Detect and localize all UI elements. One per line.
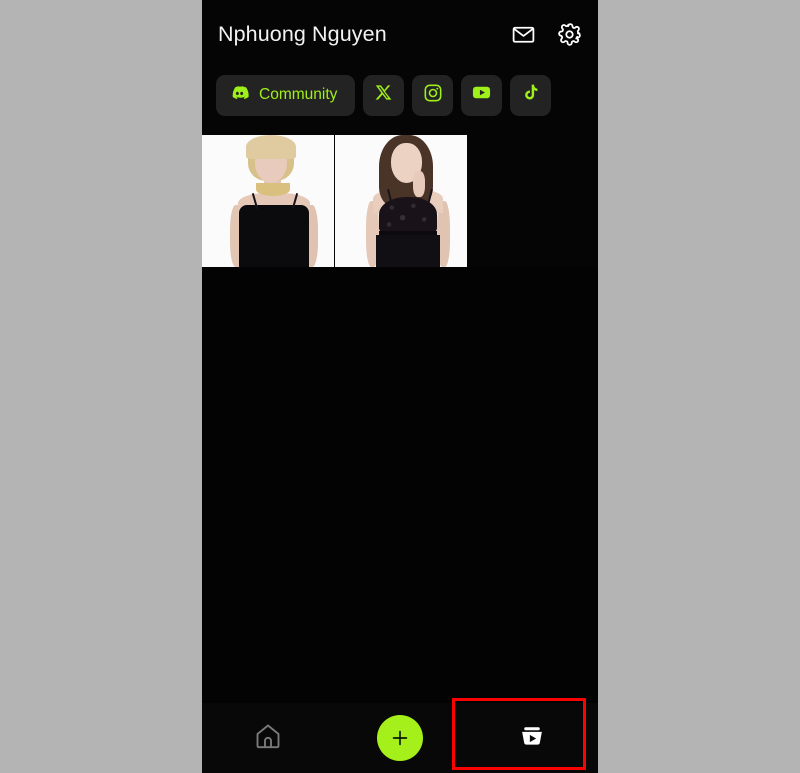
thumb1-hair-top bbox=[246, 135, 296, 159]
home-icon bbox=[253, 721, 283, 756]
social-chip-label: Community bbox=[259, 86, 338, 103]
mail-icon[interactable] bbox=[510, 21, 536, 47]
thumb2-skirt bbox=[376, 235, 440, 267]
x-twitter-icon bbox=[374, 83, 393, 107]
social-chip-tiktok[interactable] bbox=[510, 74, 552, 116]
thumb1-dress bbox=[239, 205, 309, 267]
nav-item-home[interactable] bbox=[202, 703, 334, 773]
nav-item-video-library[interactable] bbox=[466, 703, 598, 773]
header-actions bbox=[510, 21, 582, 47]
thumbnail-1[interactable] bbox=[202, 135, 334, 267]
screenshot-root: Nphuong Nguyen Community bbox=[0, 0, 800, 773]
discord-icon bbox=[230, 83, 249, 107]
gear-icon[interactable] bbox=[556, 21, 582, 47]
social-chip-instagram[interactable] bbox=[412, 74, 454, 116]
instagram-icon bbox=[423, 83, 443, 108]
add-icon[interactable] bbox=[377, 715, 423, 761]
thumb2-hand bbox=[413, 171, 425, 197]
app-header: Nphuong Nguyen bbox=[202, 0, 598, 68]
phone-screen: Nphuong Nguyen Community bbox=[202, 0, 598, 773]
social-chip-youtube[interactable] bbox=[461, 74, 503, 116]
content-area bbox=[202, 267, 598, 703]
thumb1-necklace bbox=[256, 183, 290, 196]
video-library-icon bbox=[516, 720, 548, 757]
video-thumbnail-strip[interactable] bbox=[202, 135, 467, 267]
social-links-row: Community bbox=[202, 72, 598, 118]
social-chip-discord-community[interactable]: Community bbox=[216, 74, 356, 116]
tiktok-icon bbox=[521, 83, 540, 107]
bottom-navigation-bar bbox=[202, 703, 598, 773]
thumbnail-2[interactable] bbox=[335, 135, 467, 267]
social-chip-x-twitter[interactable] bbox=[363, 74, 405, 116]
nav-item-create[interactable] bbox=[334, 703, 466, 773]
page-title: Nphuong Nguyen bbox=[218, 21, 387, 46]
youtube-icon bbox=[471, 82, 492, 108]
